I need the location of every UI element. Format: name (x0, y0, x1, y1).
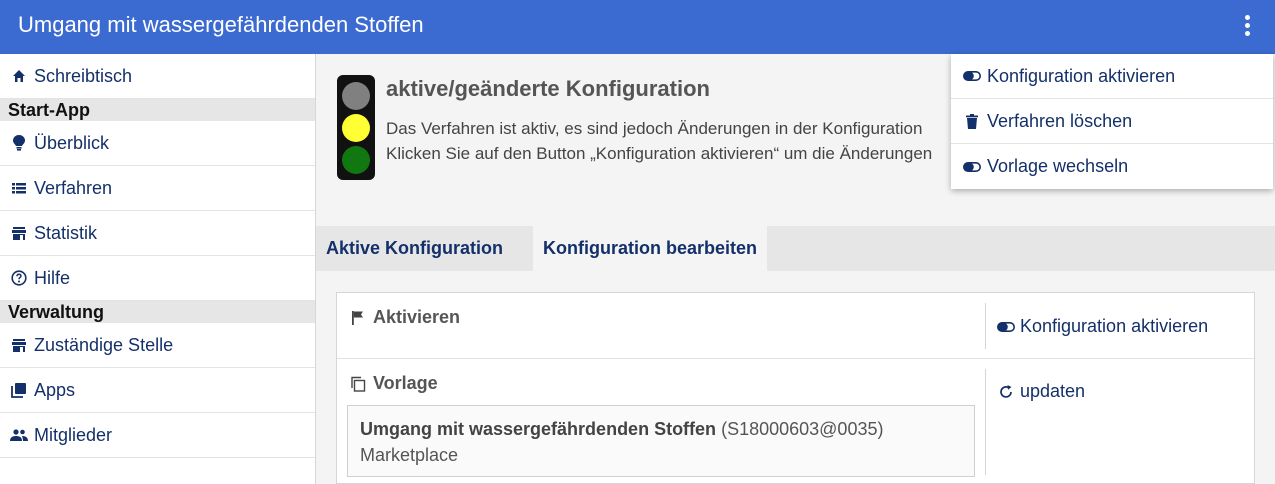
template-name: Umgang mit wassergefährdenden Stoffen (360, 419, 717, 439)
store-icon (10, 336, 28, 354)
column-divider (985, 303, 986, 349)
column-divider (985, 369, 986, 475)
people-icon (10, 426, 28, 444)
sidebar-item-label: Verfahren (34, 177, 113, 198)
sidebar-item-label: Zuständige Stelle (34, 334, 174, 355)
flag-icon (349, 309, 367, 327)
activate-row: Aktivieren Konfiguration aktivieren (337, 293, 1254, 359)
sidebar-section-start-app: Start-App (0, 99, 315, 121)
sidebar-item-label: Schreibtisch (34, 65, 133, 86)
sidebar-item-label: Überblick (34, 132, 110, 153)
store-icon (10, 224, 28, 242)
sidebar-item-ueberblick[interactable]: Überblick (0, 121, 315, 166)
tab-konfiguration-bearbeiten[interactable]: Konfiguration bearbeiten (533, 226, 768, 271)
tab-bar: Aktive Konfiguration Konfiguration bearb… (316, 226, 1275, 271)
lightbulb-icon (10, 134, 28, 152)
template-code: (S18000603@0035) (721, 419, 884, 439)
template-row: Vorlage updaten Umgang mit wassergefährd… (337, 359, 1254, 483)
copy-icon (349, 375, 367, 393)
toggle-icon (963, 67, 981, 85)
status-headline: aktive/geänderte Konfiguration (386, 76, 710, 101)
menu-item-vorlage-wechseln[interactable]: Vorlage wechseln (951, 144, 1273, 189)
traffic-light-icon (337, 75, 375, 180)
template-title: Umgang mit wassergefährdenden Stoffen (S… (360, 416, 962, 442)
template-source: Marketplace (360, 445, 459, 465)
traffic-light-green (342, 146, 370, 174)
sidebar-item-label: Apps (34, 379, 76, 400)
activate-label: Aktivieren (349, 307, 460, 328)
home-icon (10, 67, 28, 85)
sidebar-section-verwaltung: Verwaltung (0, 301, 315, 323)
toggle-icon (997, 318, 1015, 336)
sidebar-item-statistik[interactable]: Statistik (0, 211, 315, 256)
app-header: Umgang mit wassergefährdenden Stoffen (0, 0, 1275, 54)
sidebar: Schreibtisch Start-App Überblick Verfahr… (0, 54, 316, 484)
sidebar-item-label: Hilfe (34, 267, 71, 288)
library-icon (10, 381, 28, 399)
traffic-light-yellow (342, 114, 370, 142)
sidebar-item-mitglieder[interactable]: Mitglieder (0, 413, 315, 458)
sidebar-item-label: Statistik (34, 222, 98, 243)
list-icon (10, 179, 28, 197)
traffic-light-red (342, 82, 370, 110)
template-info-box: Umgang mit wassergefährdenden Stoffen (S… (347, 405, 975, 477)
sidebar-item-hilfe[interactable]: Hilfe (0, 256, 315, 301)
trash-icon (963, 112, 981, 130)
menu-item-konfiguration-aktivieren[interactable]: Konfiguration aktivieren (951, 54, 1273, 99)
sidebar-item-schreibtisch[interactable]: Schreibtisch (0, 54, 315, 99)
help-circle-icon (10, 269, 28, 287)
sidebar-item-verfahren[interactable]: Verfahren (0, 166, 315, 211)
template-label: Vorlage (349, 373, 438, 394)
refresh-icon (997, 383, 1015, 401)
app-title: Umgang mit wassergefährdenden Stoffen (18, 12, 424, 37)
toggle-icon (963, 158, 981, 176)
more-menu: Konfiguration aktivieren Verfahren lösch… (951, 54, 1273, 189)
sidebar-item-label: Mitglieder (34, 424, 113, 445)
tab-aktive-konfiguration[interactable]: Aktive Konfiguration (316, 226, 513, 271)
update-template-button[interactable]: updaten (997, 381, 1085, 402)
menu-item-verfahren-loeschen[interactable]: Verfahren löschen (951, 99, 1273, 144)
more-vert-icon[interactable] (1237, 12, 1257, 42)
activate-config-button[interactable]: Konfiguration aktivieren (997, 316, 1208, 337)
config-panel: Aktivieren Konfiguration aktivieren Vorl… (336, 292, 1255, 484)
sidebar-item-zustaendige-stelle[interactable]: Zuständige Stelle (0, 323, 315, 368)
sidebar-item-apps[interactable]: Apps (0, 368, 315, 413)
